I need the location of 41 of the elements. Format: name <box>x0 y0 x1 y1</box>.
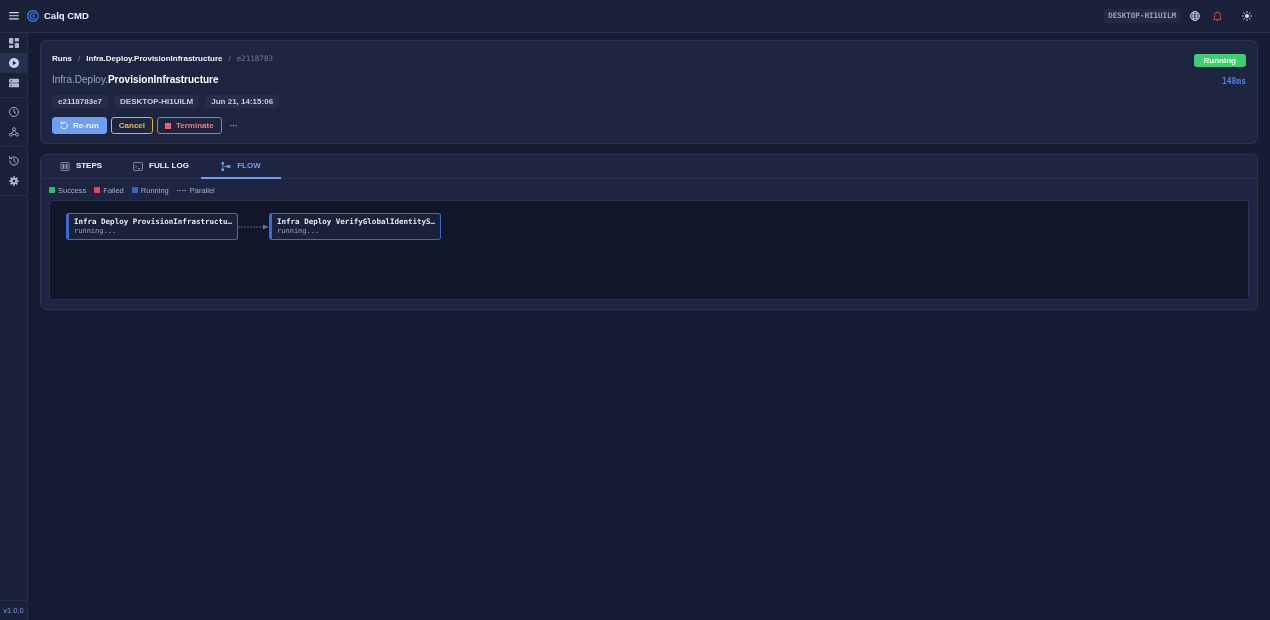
breadcrumb-link[interactable]: Infra.Deploy.ProvisionInfrastructure <box>86 54 223 64</box>
settings-icon <box>8 176 19 186</box>
terminate-button[interactable]: Terminate <box>157 117 222 134</box>
theme-toggle-button[interactable] <box>1242 11 1252 21</box>
globe-icon <box>1190 11 1200 21</box>
logo-icon <box>27 10 39 22</box>
sun-icon <box>1242 11 1252 21</box>
tab[interactable]: FLOW <box>201 155 281 179</box>
play-icon <box>8 58 19 68</box>
run-title: Infra.Deploy.ProvisionInfrastructure <box>52 73 220 86</box>
duration-text: 148ms <box>1221 77 1246 87</box>
columns-icon <box>59 161 70 171</box>
dashed-line-icon <box>176 189 187 191</box>
run-meta-label: DESKTOP-HI1UILM <box>114 95 200 108</box>
breadcrumb-separator: / <box>228 54 231 64</box>
bell-icon <box>1213 11 1222 21</box>
menu-icon <box>9 12 19 20</box>
stop-icon <box>165 122 171 129</box>
run-meta-label: Jun 21, 14:15:06 <box>205 95 280 108</box>
tab[interactable]: STEPS <box>41 155 121 179</box>
menu-button[interactable] <box>9 12 19 20</box>
tab[interactable]: FULL LOG <box>121 155 201 179</box>
nodes-icon <box>8 127 19 137</box>
breadcrumb-link[interactable]: Runs <box>52 54 72 64</box>
notifications-button[interactable] <box>1213 11 1222 21</box>
terminal-icon <box>133 161 144 171</box>
sidebar-item[interactable] <box>0 53 27 73</box>
dashboard-icon <box>8 38 19 48</box>
cancel-button[interactable]: Cancel <box>110 117 153 134</box>
breadcrumb-separator: / <box>78 54 81 64</box>
clock-icon <box>8 107 19 117</box>
language-button[interactable] <box>1190 11 1200 21</box>
flow-icon <box>221 161 232 171</box>
server-icon <box>8 78 19 88</box>
history-icon <box>8 156 19 166</box>
connector-arrow <box>238 224 270 230</box>
rotate-icon <box>60 121 68 130</box>
run-meta-label: e2118783e7 <box>52 95 109 108</box>
run-status: Running <box>1193 54 1246 67</box>
more-button[interactable]: ··· <box>225 117 242 134</box>
app-title: Calq CMD <box>44 10 89 22</box>
